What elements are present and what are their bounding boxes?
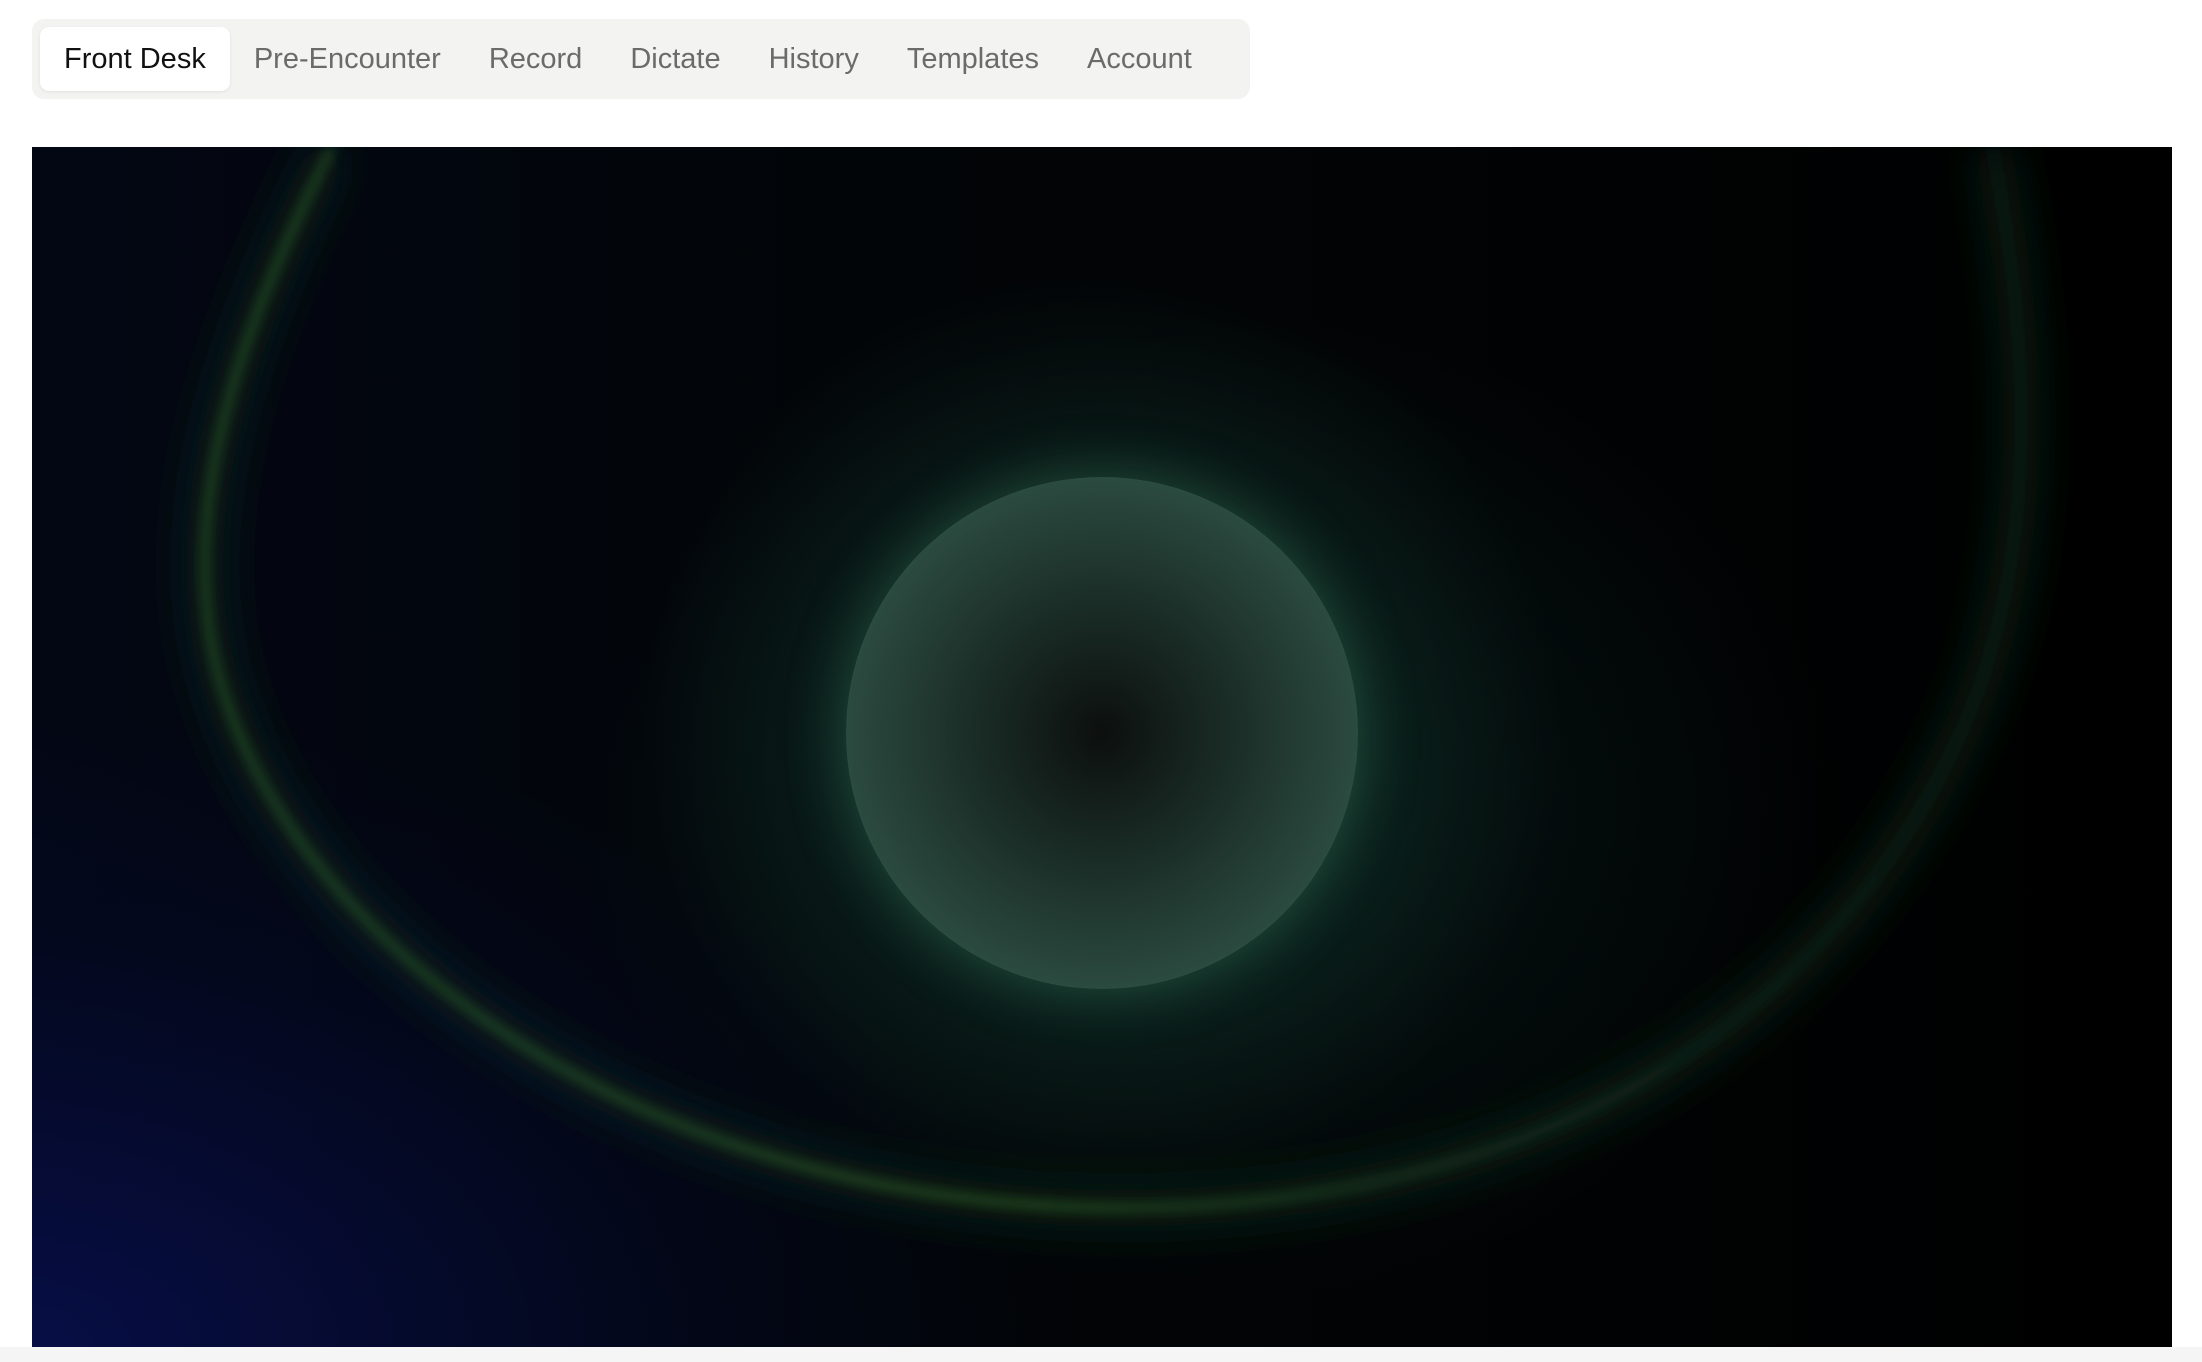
tab-front-desk[interactable]: Front Desk [40,27,230,91]
tab-record[interactable]: Record [465,27,607,91]
bottom-edge [0,1347,2202,1362]
tab-dictate[interactable]: Dictate [606,27,744,91]
main-tab-bar: Front Desk Pre-Encounter Record Dictate … [32,19,1250,99]
tab-templates[interactable]: Templates [883,27,1063,91]
voice-orb[interactable] [846,477,1358,989]
voice-visualizer-canvas [32,147,2172,1347]
tab-account[interactable]: Account [1063,27,1216,91]
tab-pre-encounter[interactable]: Pre-Encounter [230,27,465,91]
tab-history[interactable]: History [745,27,883,91]
